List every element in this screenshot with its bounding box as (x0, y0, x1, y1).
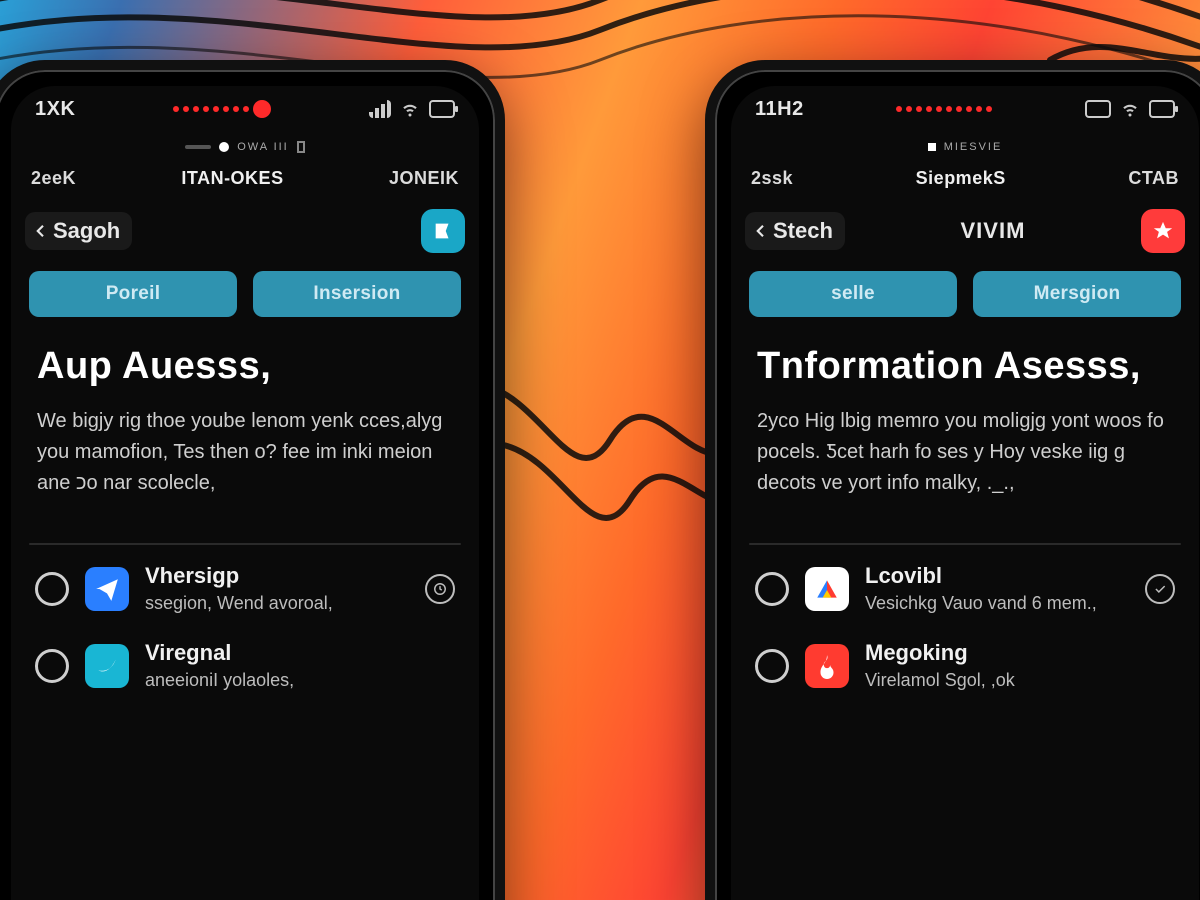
nav-bar: Stech VIVIM (731, 199, 1199, 263)
swoosh-icon (85, 644, 129, 688)
phone-left: 1XK OWA III (0, 60, 505, 900)
item-title: Megoking (865, 640, 1175, 666)
status-icons (369, 100, 455, 118)
radio-unchecked[interactable] (755, 649, 789, 683)
tab-2[interactable]: Mersgion (973, 271, 1181, 317)
carrier-row: 2eeK ITAN-OKES JONEIK (11, 162, 479, 199)
back-button[interactable]: Stech (745, 212, 845, 250)
app-list: Lcovibl Vesichkg Vauo vand 6 mem., Megok… (731, 545, 1199, 691)
carrier-right: JONEIK (389, 168, 459, 189)
tabs: Poreil Insersion (11, 263, 479, 331)
page-heading: Tnformation Asesss, (757, 345, 1173, 388)
item-title: Viregnal (145, 640, 455, 666)
item-title: Vhersigp (145, 563, 409, 589)
item-subtitle: aneeioniI yolaoles, (145, 670, 455, 691)
status-time: 1XK (35, 98, 75, 121)
radio-unchecked[interactable] (35, 572, 69, 606)
radio-unchecked[interactable] (35, 649, 69, 683)
nav-action-button[interactable] (1141, 209, 1185, 253)
status-icons (1085, 100, 1175, 118)
battery-icon (429, 100, 455, 118)
nav-bar: Sagoh (11, 199, 479, 263)
list-item[interactable]: Vhersigp ssegion, Wend avoroal, (25, 563, 465, 614)
signal-icon (369, 100, 391, 118)
tab-1[interactable]: Poreil (29, 271, 237, 317)
carrier-left: 2ssk (751, 168, 793, 189)
status-bar: 11H2 (731, 86, 1199, 132)
sub-status: MIESVIE (731, 132, 1199, 162)
sub-status-text: MIESVIE (944, 141, 1003, 153)
back-label: Stech (773, 218, 833, 244)
content: Tnformation Asesss, 2yco Hig lbig memro … (731, 331, 1199, 519)
phone-right: 11H2 MIESVIE 2ssk (705, 60, 1200, 900)
screen-right: 11H2 MIESVIE 2ssk (731, 86, 1199, 900)
carrier-right: CTAB (1128, 168, 1179, 189)
item-subtitle: Vesichkg Vauo vand 6 mem., (865, 593, 1129, 614)
nav-action-button[interactable] (421, 209, 465, 253)
sub-status-text: OWA III (237, 141, 289, 153)
carrier-row: 2ssk SiepmekS CTAB (731, 162, 1199, 199)
carrier-mid: ITAN-OKES (181, 168, 283, 189)
screen-left: 1XK OWA III (11, 86, 479, 900)
clock-icon (425, 574, 455, 604)
paper-plane-icon (85, 567, 129, 611)
notch-dots (804, 106, 1085, 112)
notch-dots (75, 100, 369, 118)
nav-title: VIVIM (855, 218, 1131, 244)
item-subtitle: ssegion, Wend avoroal, (145, 593, 409, 614)
radio-unchecked[interactable] (755, 572, 789, 606)
carrier-mid: SiepmekS (916, 168, 1006, 189)
list-item[interactable]: Lcovibl Vesichkg Vauo vand 6 mem., (745, 563, 1185, 614)
tab-2[interactable]: Insersion (253, 271, 461, 317)
wifi-icon (1119, 100, 1141, 118)
carrier-left: 2eeK (31, 168, 76, 189)
status-bar: 1XK (11, 86, 479, 132)
list-item[interactable]: Viregnal aneeioniI yolaoles, (25, 640, 465, 691)
content: Aup Auesss, We bigjy rig thoe yoube leno… (11, 331, 479, 519)
app-list: Vhersigp ssegion, Wend avoroal, Viregnal… (11, 545, 479, 691)
list-item[interactable]: Megoking Virelamol Sgol, ,ok (745, 640, 1185, 691)
page-body: We bigjy rig thoe yoube lenom yenk cces,… (37, 406, 453, 499)
item-subtitle: Virelamol Sgol, ,ok (865, 670, 1175, 691)
item-title: Lcovibl (865, 563, 1129, 589)
status-time: 11H2 (755, 98, 804, 121)
page-body: 2yco Hig lbig memro you moligjg yont woo… (757, 406, 1173, 499)
tabs: selle Mersgion (731, 263, 1199, 331)
back-label: Sagoh (53, 218, 120, 244)
tri-color-icon (805, 567, 849, 611)
back-button[interactable]: Sagoh (25, 212, 132, 250)
tab-1[interactable]: selle (749, 271, 957, 317)
check-circle-icon (1145, 574, 1175, 604)
flame-icon (805, 644, 849, 688)
card-icon (1085, 100, 1111, 118)
sub-status: OWA III (11, 132, 479, 162)
battery-icon (1149, 100, 1175, 118)
page-heading: Aup Auesss, (37, 345, 453, 388)
wifi-icon (399, 100, 421, 118)
